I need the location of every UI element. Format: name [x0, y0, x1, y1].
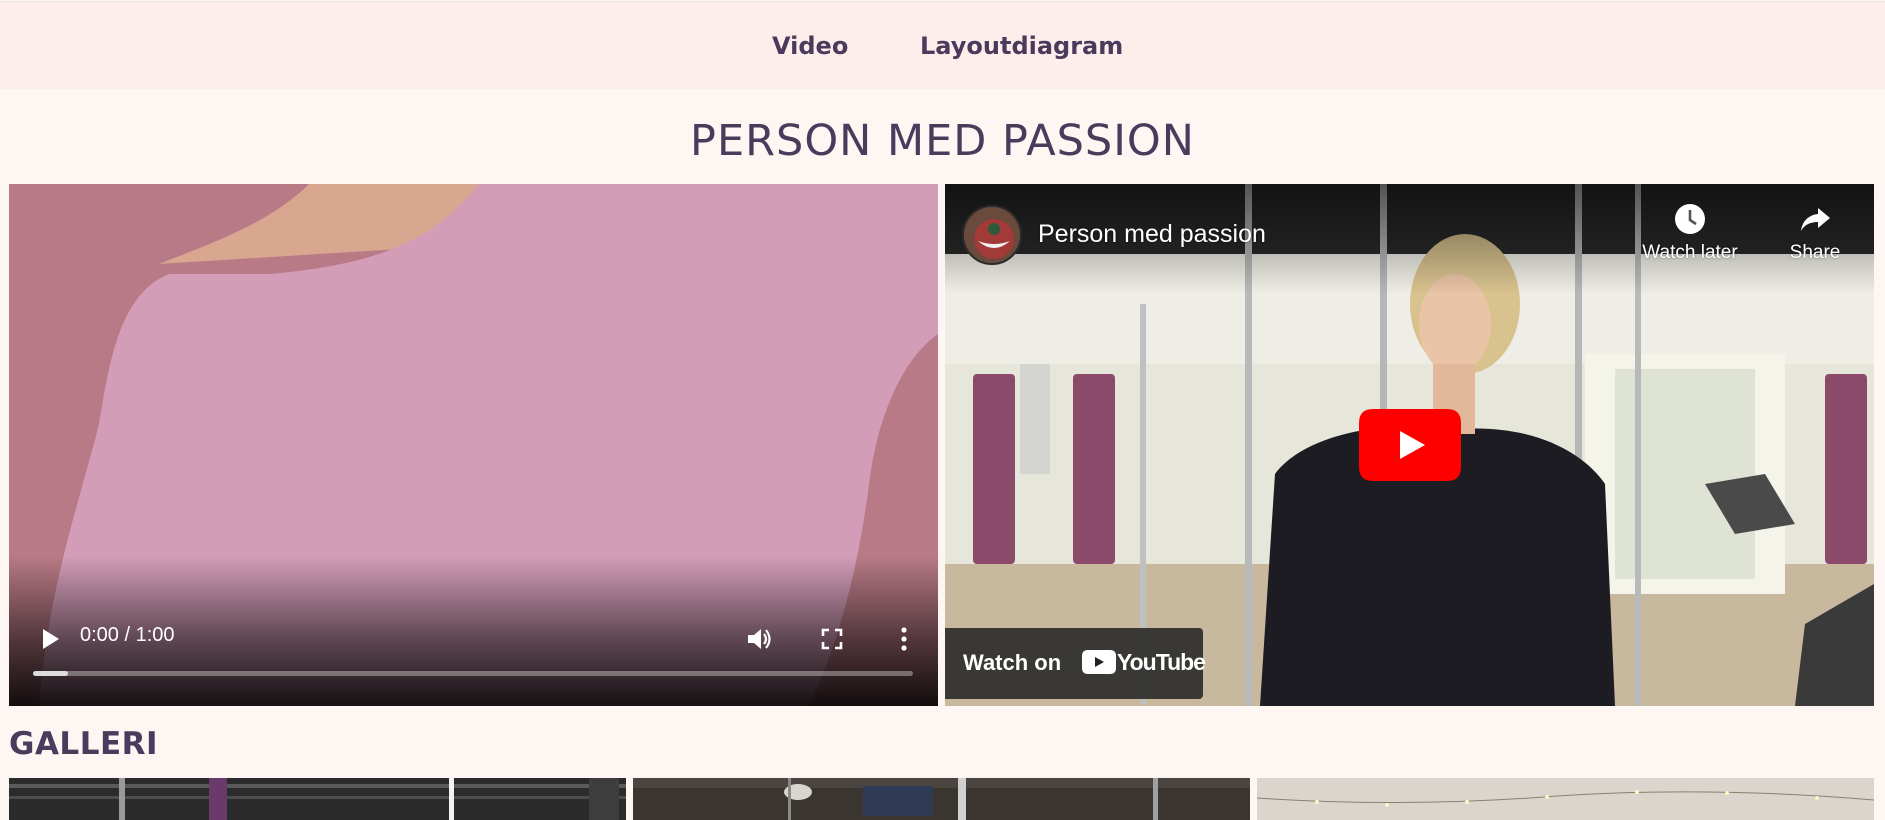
gallery-photo [9, 778, 626, 820]
gallery-image[interactable] [9, 778, 626, 820]
video-controls: 0:00 / 1:00 [9, 184, 938, 706]
video-time: 0:00 / 1:00 [80, 624, 175, 646]
gallery-image[interactable] [1257, 778, 1874, 820]
play-icon[interactable] [35, 624, 75, 654]
watch-on-youtube-button[interactable]: Watch on YouTube [945, 628, 1206, 699]
more-options-icon[interactable] [887, 622, 921, 656]
nav-link-video[interactable]: Video [772, 32, 848, 60]
page-title: PERSON MED PASSION [690, 116, 1195, 166]
video-player[interactable]: 0:00 / 1:00 [9, 184, 938, 706]
youtube-embed[interactable]: Person med passion Watch later Share Wat… [945, 184, 1874, 706]
youtube-video-title[interactable]: Person med passion [1038, 220, 1266, 249]
youtube-logo-icon [1082, 650, 1116, 674]
fullscreen-icon[interactable] [815, 622, 849, 656]
watch-later-label: Watch later [1642, 242, 1738, 263]
watch-later-button[interactable]: Watch later [1630, 202, 1750, 264]
top-navigation: Video Layoutdiagram [0, 1, 1885, 89]
channel-avatar[interactable] [962, 205, 1022, 265]
gallery-image[interactable] [633, 778, 1250, 820]
gallery-title: GALLERI [9, 726, 159, 762]
progress-fill [33, 671, 69, 676]
watch-on-label: Watch on [963, 650, 1062, 675]
progress-bar[interactable] [33, 671, 913, 676]
youtube-play-icon[interactable] [1359, 409, 1461, 481]
share-icon [1801, 208, 1830, 231]
gallery-photo [1257, 778, 1874, 820]
youtube-logo-text: YouTube [1117, 649, 1206, 675]
volume-icon[interactable] [742, 622, 776, 656]
nav-link-layoutdiagram[interactable]: Layoutdiagram [920, 32, 1123, 60]
share-label: Share [1789, 242, 1841, 263]
share-button[interactable]: Share [1775, 202, 1855, 264]
clock-icon [1675, 204, 1705, 234]
gallery-photo [633, 778, 1250, 820]
